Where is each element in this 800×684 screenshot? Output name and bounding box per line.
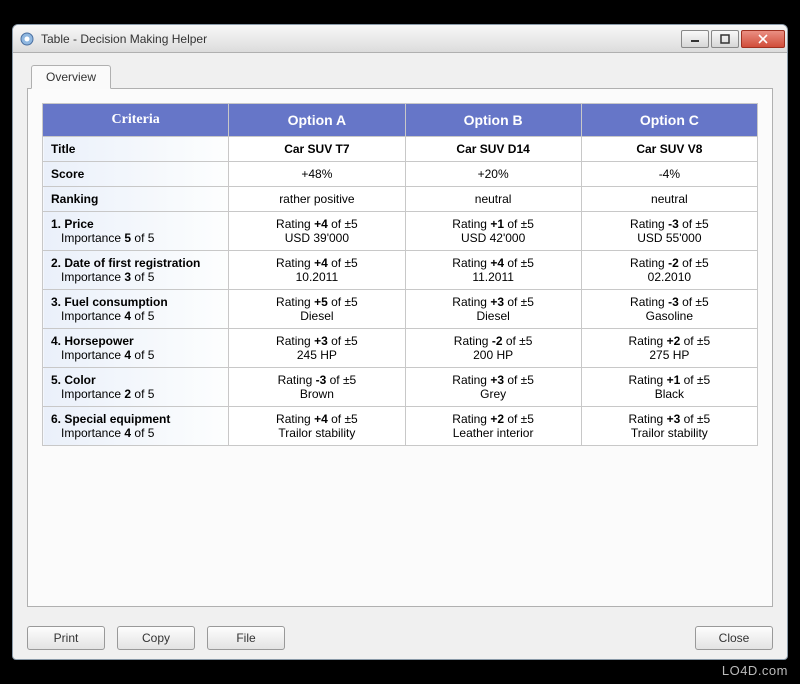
value-cell: Rating +4 of ±511.2011 xyxy=(405,251,581,290)
row-score: Score+48%+20%-4% xyxy=(43,162,758,187)
row-criterion-4: 4. HorsepowerImportance 4 of 5Rating +3 … xyxy=(43,329,758,368)
titlebar: Table - Decision Making Helper xyxy=(13,25,787,53)
criteria-cell: 3. Fuel consumptionImportance 4 of 5 xyxy=(43,290,229,329)
value-cell: Rating -2 of ±502.2010 xyxy=(581,251,757,290)
decision-table: Criteria Option A Option B Option C Titl… xyxy=(42,103,758,446)
value-cell: Rating -3 of ±5USD 55'000 xyxy=(581,212,757,251)
criteria-cell: 2. Date of first registrationImportance … xyxy=(43,251,229,290)
value-cell: Rating -3 of ±5Gasoline xyxy=(581,290,757,329)
value-cell: Rating +2 of ±5275 HP xyxy=(581,329,757,368)
minimize-button[interactable] xyxy=(681,30,709,48)
value-cell: Rating +2 of ±5Leather interior xyxy=(405,407,581,446)
maximize-button[interactable] xyxy=(711,30,739,48)
tab-overview[interactable]: Overview xyxy=(31,65,111,89)
value-cell: Rating +4 of ±510.2011 xyxy=(229,251,405,290)
watermark: LO4D.com xyxy=(722,663,788,678)
table-header-row: Criteria Option A Option B Option C xyxy=(43,104,758,137)
value-cell: Rating -2 of ±5200 HP xyxy=(405,329,581,368)
row-title: TitleCar SUV T7Car SUV D14Car SUV V8 xyxy=(43,137,758,162)
value-cell: Rating +1 of ±5USD 42'000 xyxy=(405,212,581,251)
value-cell: Rating +3 of ±5Diesel xyxy=(405,290,581,329)
value-cell: Car SUV V8 xyxy=(581,137,757,162)
value-cell: +48% xyxy=(229,162,405,187)
value-cell: +20% xyxy=(405,162,581,187)
footer: Print Copy File Close xyxy=(13,617,787,659)
criteria-cell: 6. Special equipmentImportance 4 of 5 xyxy=(43,407,229,446)
window-buttons xyxy=(681,30,785,48)
header-option-a: Option A xyxy=(229,104,405,137)
tab-panel: Criteria Option A Option B Option C Titl… xyxy=(27,88,773,607)
value-cell: Rating +1 of ±5Black xyxy=(581,368,757,407)
criteria-cell: Score xyxy=(43,162,229,187)
value-cell: Rating +3 of ±5Grey xyxy=(405,368,581,407)
value-cell: Rating +4 of ±5Trailor stability xyxy=(229,407,405,446)
window: Table - Decision Making Helper Overview … xyxy=(12,24,788,660)
value-cell: -4% xyxy=(581,162,757,187)
value-cell: Rating +5 of ±5Diesel xyxy=(229,290,405,329)
row-ranking: Rankingrather positiveneutralneutral xyxy=(43,187,758,212)
value-cell: neutral xyxy=(405,187,581,212)
tab-strip: Overview xyxy=(27,65,773,89)
value-cell: Car SUV T7 xyxy=(229,137,405,162)
value-cell: Rating +3 of ±5245 HP xyxy=(229,329,405,368)
value-cell: Rating -3 of ±5Brown xyxy=(229,368,405,407)
value-cell: Rating +4 of ±5USD 39'000 xyxy=(229,212,405,251)
criteria-cell: Ranking xyxy=(43,187,229,212)
row-criterion-2: 2. Date of first registrationImportance … xyxy=(43,251,758,290)
window-title: Table - Decision Making Helper xyxy=(41,32,681,46)
criteria-cell: 4. HorsepowerImportance 4 of 5 xyxy=(43,329,229,368)
header-criteria: Criteria xyxy=(43,104,229,137)
value-cell: neutral xyxy=(581,187,757,212)
row-criterion-1: 1. PriceImportance 5 of 5Rating +4 of ±5… xyxy=(43,212,758,251)
header-option-c: Option C xyxy=(581,104,757,137)
criteria-cell: 1. PriceImportance 5 of 5 xyxy=(43,212,229,251)
header-option-b: Option B xyxy=(405,104,581,137)
criteria-cell: Title xyxy=(43,137,229,162)
app-icon xyxy=(19,31,35,47)
value-cell: Rating +3 of ±5Trailor stability xyxy=(581,407,757,446)
close-button[interactable]: Close xyxy=(695,626,773,650)
row-criterion-3: 3. Fuel consumptionImportance 4 of 5Rati… xyxy=(43,290,758,329)
value-cell: Car SUV D14 xyxy=(405,137,581,162)
row-criterion-5: 5. ColorImportance 2 of 5Rating -3 of ±5… xyxy=(43,368,758,407)
criteria-cell: 5. ColorImportance 2 of 5 xyxy=(43,368,229,407)
close-window-button[interactable] xyxy=(741,30,785,48)
value-cell: rather positive xyxy=(229,187,405,212)
file-button[interactable]: File xyxy=(207,626,285,650)
copy-button[interactable]: Copy xyxy=(117,626,195,650)
print-button[interactable]: Print xyxy=(27,626,105,650)
client-area: Overview Criteria Option A Option B Opti… xyxy=(13,53,787,617)
row-criterion-6: 6. Special equipmentImportance 4 of 5Rat… xyxy=(43,407,758,446)
